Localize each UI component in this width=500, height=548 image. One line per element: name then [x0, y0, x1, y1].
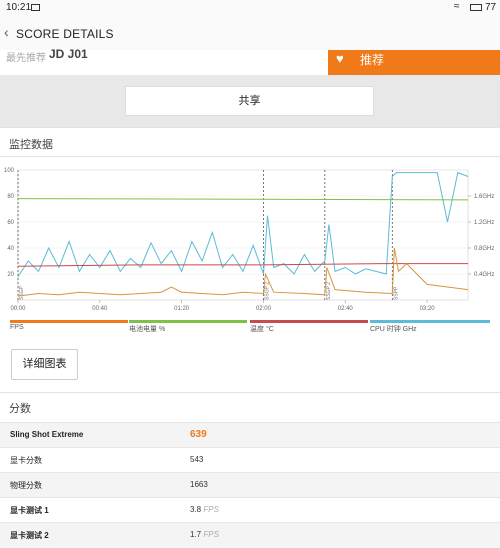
test-marker-label: SSGP	[19, 285, 25, 300]
y-tick-label-left: 100	[4, 168, 15, 174]
score-value: 1.7 FPS	[190, 530, 219, 539]
page-title: SCORE DETAILS	[16, 27, 114, 41]
x-tick-label: 02:00	[256, 306, 272, 312]
score-name: Sling Shot Extreme	[10, 430, 84, 439]
score-number: 1.7	[190, 530, 202, 539]
legend-label: 温度 °C	[250, 326, 274, 333]
score-row-physics: 物理分数 1663	[0, 472, 500, 498]
monitor-title: 监控数据	[9, 139, 53, 151]
legend-label: 电池电量 %	[129, 326, 166, 333]
y-tick-label-left: 40	[7, 246, 14, 252]
status-time: 10:21	[6, 2, 32, 13]
score-row-graphics: 显卡分数 543	[0, 447, 500, 473]
score-row-graphics-test-2: 显卡测试 2 1.7 FPS	[0, 522, 500, 548]
legend-label: CPU 时钟 GHz	[370, 326, 417, 333]
score-name: 显卡测试 1	[10, 506, 49, 515]
score-row-total: Sling Shot Extreme 639	[0, 422, 500, 448]
test-marker-label: SSGP 2	[264, 282, 270, 300]
heart-icon: ♥	[336, 51, 344, 66]
legend-item-temperature: 温度 °C	[250, 320, 368, 333]
rank-row: 最先推荐 JD J01 ♥ 推荐	[0, 47, 500, 75]
series-line	[17, 171, 469, 277]
score-unit: FPS	[203, 530, 219, 539]
battery-icon	[470, 4, 482, 11]
legend-label: FPS	[10, 324, 24, 331]
monitor-chart: 100 80 60 40 20 1.6GHz 1.2GHz 0.8GHz 0.4GHz 00:00…	[4, 168, 494, 312]
scores-title: 分数	[9, 403, 31, 415]
legend-item-fps: FPS	[10, 320, 128, 332]
test-marker-label: SSGP 2	[326, 282, 332, 300]
y-tick-label-right: 1.6GHz	[474, 194, 494, 200]
score-value: 639	[190, 429, 207, 440]
recommend-label: 推荐	[360, 53, 385, 67]
recommend-button[interactable]: ♥ 推荐	[328, 50, 500, 75]
status-bar: 10:21 ≈ 77	[0, 0, 500, 16]
top-recommend-label: 最先推荐	[6, 53, 46, 64]
score-value: 3.8 FPS	[190, 505, 219, 514]
divider	[0, 156, 500, 157]
top-device-panel: 最先推荐 JD J01	[0, 47, 328, 75]
legend-item-battery: 电池电量 %	[129, 320, 247, 333]
x-tick-label: 02:40	[338, 306, 354, 312]
legend-swatch	[250, 320, 368, 323]
y-tick-label-right: 1.2GHz	[474, 220, 494, 226]
score-number: 3.8	[190, 505, 202, 514]
chevron-left-icon[interactable]: ‹	[4, 24, 9, 40]
app-header: ‹ SCORE DETAILS	[0, 16, 500, 50]
score-value: 1663	[190, 480, 208, 489]
score-unit: FPS	[203, 505, 219, 514]
x-tick-label: 00:00	[10, 306, 26, 312]
divider	[0, 127, 500, 128]
image-icon	[31, 4, 40, 11]
x-tick-label: 01:20	[174, 306, 190, 312]
y-tick-label-left: 60	[7, 220, 14, 226]
series-line	[17, 263, 468, 267]
x-tick-label: 00:40	[92, 306, 108, 312]
y-tick-label-left: 20	[7, 272, 14, 278]
detail-chart-button[interactable]: 详细图表	[11, 349, 78, 380]
device-name: JD J01	[49, 47, 88, 61]
divider	[0, 392, 500, 393]
score-name: 物理分数	[10, 481, 42, 490]
legend-swatch	[129, 320, 247, 323]
share-button[interactable]: 共享	[125, 86, 374, 116]
score-value: 543	[190, 455, 204, 464]
legend-item-cpu: CPU 时钟 GHz	[370, 320, 490, 333]
y-tick-label-right: 0.8GHz	[474, 246, 494, 252]
battery-level: 77	[485, 2, 497, 13]
wifi-icon: ≈	[454, 1, 460, 12]
plot-frame	[17, 169, 469, 301]
score-name: 显卡分数	[10, 456, 42, 465]
score-row-graphics-test-1: 显卡测试 1 3.8 FPS	[0, 497, 500, 523]
series-line	[17, 198, 469, 201]
legend-swatch	[10, 320, 128, 323]
y-tick-label-left: 80	[7, 194, 14, 200]
y-tick-label-right: 0.4GHz	[474, 272, 494, 278]
x-tick-label: 03:20	[420, 306, 436, 312]
test-marker-label: SSPP	[393, 286, 399, 300]
legend-swatch	[370, 320, 490, 323]
